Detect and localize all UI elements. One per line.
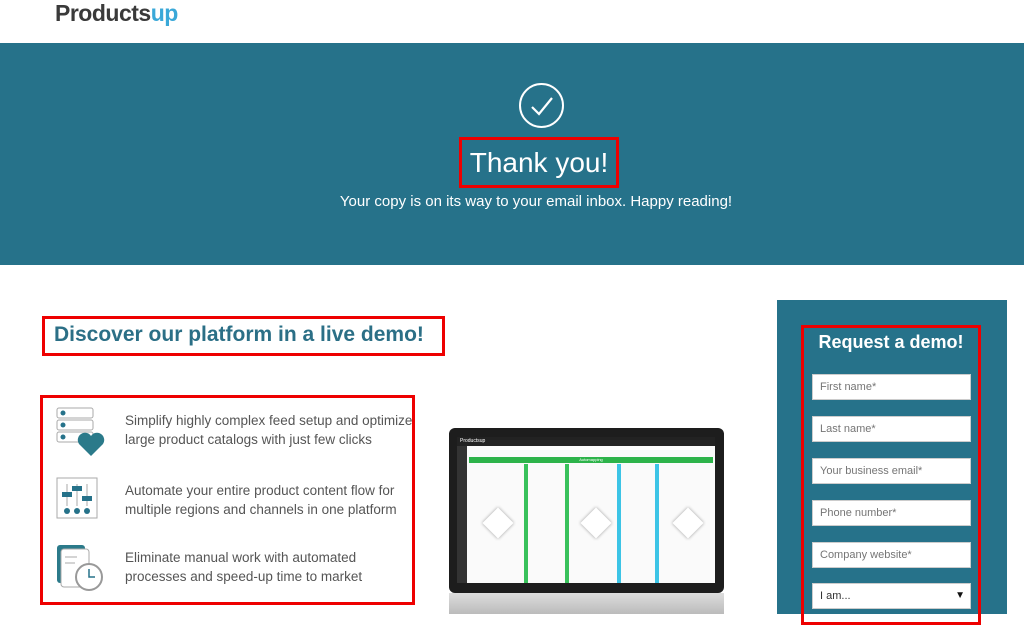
demo-heading: Discover our platform in a live demo! (54, 323, 424, 346)
website-input[interactable] (812, 542, 971, 568)
form-title: Request a demo! (818, 332, 964, 352)
last-name-input[interactable] (812, 416, 971, 442)
automapping-banner: Automapping (469, 457, 713, 463)
feature-text: Simplify highly complex feed setup and o… (125, 413, 413, 447)
sliders-flow-icon (55, 476, 105, 526)
platform-screenshot: Productsup Automapping (449, 428, 724, 614)
role-select[interactable]: I am... ▼ (812, 583, 971, 609)
email-input[interactable] (812, 458, 971, 484)
productsup-logo[interactable]: Productsup (55, 0, 178, 27)
check-circle-icon (519, 83, 564, 128)
phone-input[interactable] (812, 500, 971, 526)
app-logo: Productsup (457, 437, 715, 446)
feature-text: Automate your entire product content flo… (125, 483, 397, 517)
first-name-input[interactable] (812, 374, 971, 400)
feature-list: Simplify highly complex feed setup and o… (40, 395, 415, 605)
stopwatch-documents-icon (55, 543, 105, 593)
feature-text: Eliminate manual work with automated pro… (125, 550, 363, 584)
feed-setup-heart-icon (55, 406, 105, 456)
page-title: Thank you! (459, 137, 619, 188)
hero-subtitle: Your copy is on its way to your email in… (339, 193, 733, 210)
dropdown-arrow-icon: ▼ (955, 590, 965, 601)
